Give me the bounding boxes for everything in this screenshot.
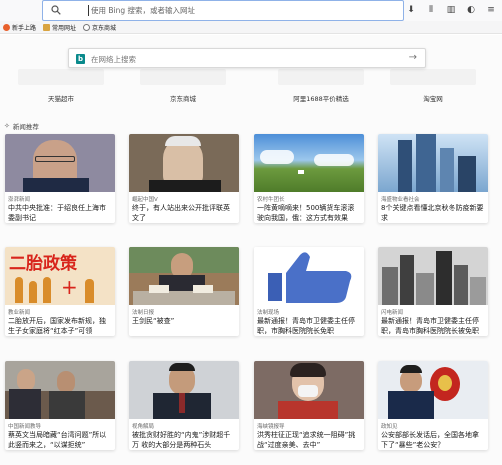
news-image (129, 134, 239, 192)
shortcut-label-tmall[interactable]: 天猫超市 (18, 93, 104, 103)
news-image (129, 361, 239, 419)
news-source: 崛起中国V (132, 197, 158, 203)
news-source: 法制日报 (132, 310, 155, 316)
menu-icon[interactable]: ≡ (486, 4, 496, 16)
bookmark-firefox[interactable]: 新手上路 (3, 23, 36, 32)
browser-toolbar: 使用 Bing 搜索，或者输入网址 ⬇ ⫴ ▥ ◐ ≡ (0, 0, 502, 22)
reader-icon[interactable]: ◐ (466, 4, 476, 16)
news-image (5, 134, 115, 192)
shortcut-tile-jd[interactable] (140, 69, 226, 85)
folder-icon (43, 23, 51, 31)
news-card[interactable]: 崛起中国V 终于，有人站出来公开批评联英文了 (129, 134, 239, 223)
download-icon[interactable]: ⬇ (406, 4, 416, 16)
shortcut-tile-1688[interactable] (278, 69, 364, 85)
shortcut-label-jd[interactable]: 京东商城 (140, 93, 226, 103)
bing-search-placeholder: 在网络上搜索 (91, 55, 136, 64)
news-source: 教业新闻 (8, 310, 31, 316)
news-card[interactable]: 视角解局 被批贪财好胜的“内鬼”涉财超千万 收的大部分是两种石头 (129, 361, 239, 450)
new-tab-page: b 在网络上搜索 → 天猫超市 京东商城 阿里1688平价精选 淘宝网 ✧ 新闻… (0, 35, 502, 465)
search-icon (51, 5, 61, 15)
bookmark-label: 常用网址 (52, 24, 77, 32)
news-image (5, 361, 115, 419)
section-header: ✧ 新闻推荐 (4, 121, 39, 131)
address-bar[interactable]: 使用 Bing 搜索，或者输入网址 (42, 0, 404, 21)
news-card[interactable]: 海峡镜报导 洪秀柱征正现“追求统一阻碍”挑战“过度亲美、去中” (254, 361, 364, 450)
shortcut-labels: 天猫超市 京东商城 阿里1688平价精选 淘宝网 (0, 93, 502, 105)
shortcut-label-1688[interactable]: 阿里1688平价精选 (278, 93, 364, 103)
shortcut-label-taobao[interactable]: 淘宝网 (390, 93, 476, 103)
sparkle-icon: ✧ (4, 122, 10, 130)
library-icon[interactable]: ⫴ (426, 4, 436, 16)
news-card[interactable]: 中国新闻教导 蔡英文当局暗藏“台湾问题”所以此竖而来之，“以谋拒统” (5, 361, 115, 450)
news-source: 澎湃新闻 (8, 197, 31, 203)
news-image (378, 134, 488, 192)
text-caret (88, 5, 89, 16)
news-image (129, 247, 239, 305)
news-card[interactable]: 法制日报 王剑民“被查” (129, 247, 239, 336)
shortcut-tile-tmall[interactable] (18, 69, 104, 85)
news-image: 二胎政策 + (5, 247, 115, 305)
news-title: 公安部部长发话后，全国各地拿下了“暴些”老公安？ (381, 431, 479, 449)
news-title: 蔡英文当局暗藏“台湾问题”所以此竖而来之，“以谋拒统” (8, 431, 107, 449)
news-card[interactable]: 农村牛团长 一阵黄嘀嘀来！500辆货车滚滚驶向我国，俄：这方式有效果 (254, 134, 364, 223)
news-title: 被批贪财好胜的“内鬼”涉财超千万 收的大部分是两种石头 (132, 431, 231, 449)
news-source: 法制现场 (257, 310, 280, 316)
news-card[interactable]: 闪电新闻 最新通报！青岛市卫健委主任停职，青岛市胸科医院院长被免职 (378, 247, 488, 336)
bookmark-label: 京东商城 (92, 24, 117, 32)
news-source: 农村牛团长 (257, 197, 285, 203)
news-title: 一阵黄嘀嘀来！500辆货车滚滚驶向我国，俄：这方式有效果 (257, 204, 355, 222)
news-image (378, 361, 488, 419)
news-title: 洪秀柱征正现“追求统一阻碍”挑战“过度亲美、去中” (257, 431, 356, 449)
news-title: 终于，有人站出来公开批评联英文了 (132, 204, 230, 222)
bookmark-folder[interactable]: 常用网址 (43, 23, 76, 32)
news-image (254, 247, 364, 305)
news-source: 视角解局 (132, 424, 155, 430)
news-title: 最新通报！青岛市卫健委主任停职，青岛市胸科医院院长被免职 (381, 317, 479, 335)
section-title: 新闻推荐 (12, 123, 39, 131)
news-title: 二胎放开后，国家发布新规，独生子女家庭将“红本子”可领 (8, 317, 106, 335)
news-source: 闪电新闻 (381, 310, 404, 316)
news-card[interactable]: 海盛物业看社会 8个关键点看懂北京秋冬防疫新要求 (378, 134, 488, 223)
arrow-right-icon[interactable]: → (409, 52, 417, 63)
firefox-icon (3, 23, 10, 31)
news-image (378, 247, 488, 305)
news-source: 海盛物业看社会 (381, 197, 420, 203)
address-bar-placeholder: 使用 Bing 搜索，或者输入网址 (91, 6, 196, 15)
news-title: 最新通报！青岛市卫健委主任停职，市胸科医院院长免职 (257, 317, 355, 335)
bookmark-jd[interactable]: 京东商城 (83, 23, 116, 32)
news-title: 8个关键点看懂北京秋冬防疫新要求 (381, 204, 484, 222)
bing-search-box[interactable]: b 在网络上搜索 → (68, 48, 426, 68)
news-source: 政知见 (381, 424, 398, 430)
news-image (254, 134, 364, 192)
globe-icon (83, 23, 91, 31)
bookmarks-toolbar: 新手上路 常用网址 京东商城 (0, 21, 502, 34)
news-card[interactable]: 法制现场 最新通报！青岛市卫健委主任停职，市胸科医院院长免职 (254, 247, 364, 336)
shortcut-tile-taobao[interactable] (390, 69, 476, 85)
news-image (254, 361, 364, 419)
news-card[interactable]: 政知见 公安部部长发话后，全国各地拿下了“暴些”老公安？ (378, 361, 488, 450)
bing-logo-icon: b (76, 54, 85, 64)
news-title: 中共中央批准：于绍良任上海市委副书记 (8, 204, 106, 222)
sidebar-icon[interactable]: ▥ (446, 4, 456, 16)
news-card[interactable]: 澎湃新闻 中共中央批准：于绍良任上海市委副书记 (5, 134, 115, 223)
news-title: 王剑民“被查” (132, 317, 175, 325)
news-source: 海峡镜报导 (257, 424, 285, 430)
thumbs-up-icon (268, 252, 352, 303)
news-card[interactable]: 二胎政策 + 教业新闻 二胎放开后，国家发布新规，独生子女家庭将“红本子”可领 (5, 247, 115, 336)
news-source: 中国新闻教导 (8, 424, 42, 430)
bookmark-label: 新手上路 (12, 24, 37, 32)
